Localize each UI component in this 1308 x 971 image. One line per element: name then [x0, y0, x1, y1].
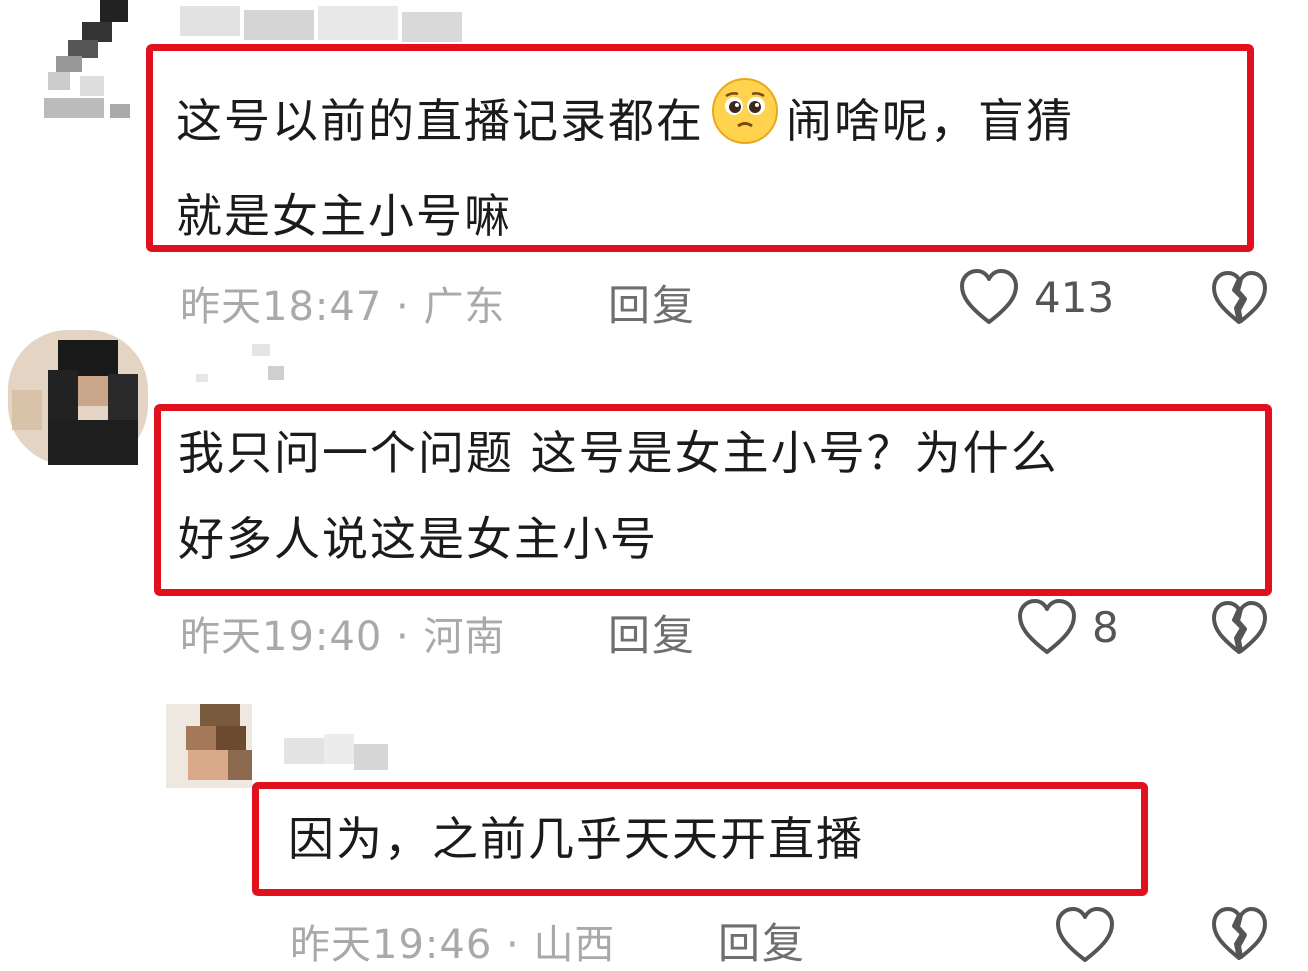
comment-text: 因为，之前几乎天天开直播	[288, 796, 864, 882]
username[interactable]	[190, 344, 310, 384]
heart-icon	[1016, 598, 1078, 656]
like-button[interactable]: 8	[1016, 598, 1119, 656]
like-count: 413	[1034, 272, 1115, 322]
like-count: 8	[1092, 602, 1119, 652]
broken-heart-icon	[1210, 906, 1268, 962]
broken-heart-icon	[1210, 600, 1268, 656]
username[interactable]	[284, 734, 394, 774]
timestamp: 昨天19:40	[180, 614, 383, 660]
dislike-button[interactable]	[1210, 906, 1268, 962]
timestamp: 昨天18:47	[180, 284, 383, 330]
separator: ·	[396, 284, 410, 330]
comment-line-1: 因为，之前几乎天天开直播	[288, 812, 864, 866]
comment-line-2: 就是女主小号嘛	[176, 189, 512, 243]
comment-line-1: 这号以前的直播记录都在 闹啥呢，盲猜	[176, 76, 1074, 173]
avatar[interactable]	[8, 330, 148, 465]
separator: ·	[506, 922, 520, 968]
comment-line-1: 我只问一个问题 这号是女主小号？为什么	[178, 426, 1059, 480]
avatar[interactable]	[166, 704, 252, 788]
pleading-face-emoji	[710, 76, 780, 173]
timestamp: 昨天19:46	[290, 922, 493, 968]
heart-icon	[1054, 906, 1116, 964]
separator: ·	[396, 614, 410, 660]
comment-meta: 昨天19:46 · 山西	[290, 912, 615, 970]
dislike-button[interactable]	[1210, 600, 1268, 656]
like-button[interactable]: 413	[958, 268, 1114, 326]
comment-line-2: 好多人说这是女主小号	[178, 512, 658, 566]
comment-meta: 昨天18:47 · 广东	[180, 274, 505, 332]
location: 河南	[423, 614, 506, 660]
username[interactable]	[180, 6, 470, 46]
avatar[interactable]	[20, 0, 140, 125]
reply-button[interactable]: 回复	[608, 602, 696, 663]
dislike-button[interactable]	[1210, 270, 1268, 326]
location: 山西	[533, 922, 616, 968]
reply-button[interactable]: 回复	[718, 910, 806, 971]
comment-meta: 昨天19:40 · 河南	[180, 604, 505, 662]
heart-icon	[958, 268, 1020, 326]
like-button[interactable]	[1054, 906, 1116, 964]
comment-text: 我只问一个问题 这号是女主小号？为什么 好多人说这是女主小号	[178, 410, 1059, 582]
broken-heart-icon	[1210, 270, 1268, 326]
location: 广东	[423, 284, 506, 330]
reply-button[interactable]: 回复	[608, 272, 696, 333]
comment-text: 这号以前的直播记录都在 闹啥呢，盲猜 就是女主小号嘛	[176, 76, 1074, 259]
